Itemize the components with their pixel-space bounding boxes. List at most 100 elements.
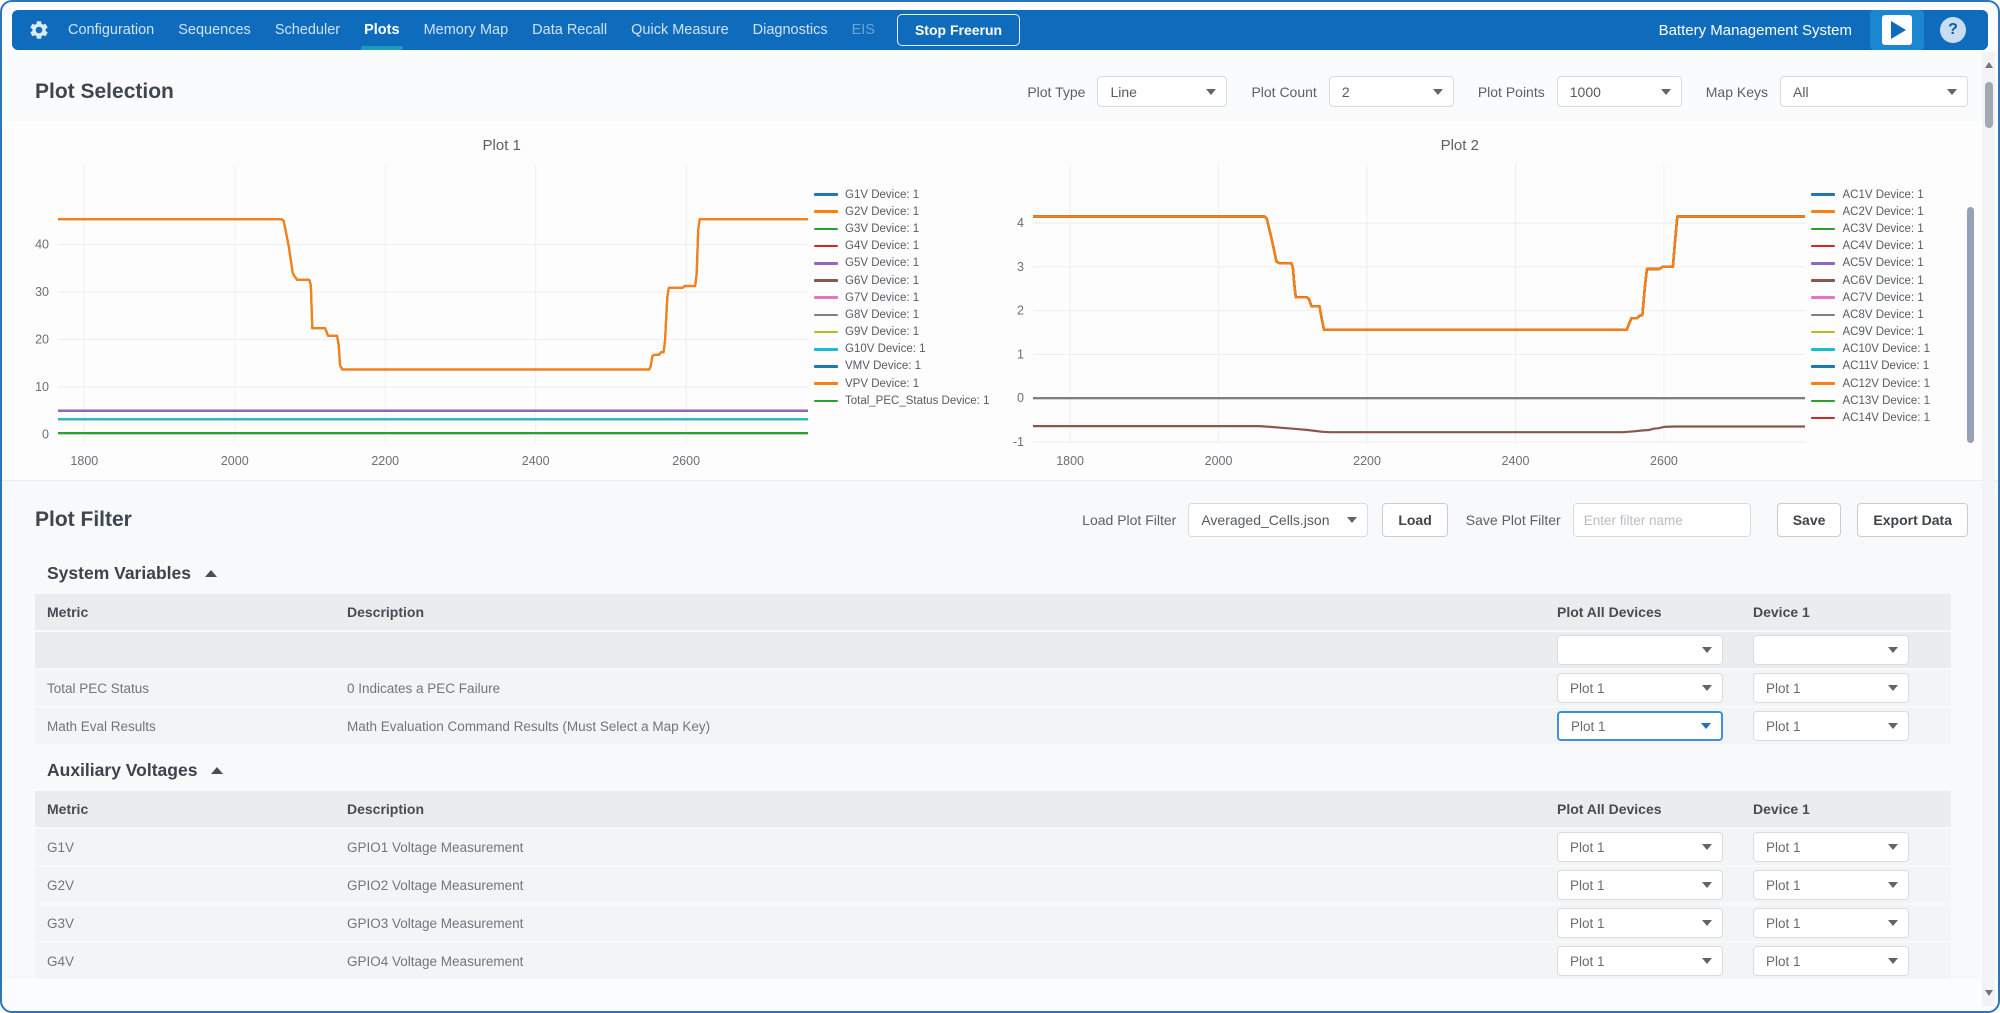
section-heading-system-variables[interactable]: System Variables [47,563,1951,584]
plot-points-label: Plot Points [1478,84,1545,100]
nav-item-scheduler[interactable]: Scheduler [275,10,340,50]
legend-item-vmv-device-1[interactable]: VMV Device: 1 [814,358,989,375]
save-button[interactable]: Save [1777,503,1842,537]
legend-item-g8v-device-1[interactable]: G8V Device: 1 [814,306,989,323]
play-icon [1891,21,1906,39]
device-1-select-math-eval-results[interactable]: Plot 1 [1753,711,1909,741]
metric-cell: G4V [35,954,335,969]
legend-label: G5V Device: 1 [845,257,919,269]
legend-item-ac13v-device-1[interactable]: AC13V Device: 1 [1811,392,1930,409]
load-plot-filter-label: Load Plot Filter [1082,512,1176,528]
scroll-down-icon[interactable] [1982,986,1995,1000]
plot-all-devices-select-g2v-value: Plot 1 [1570,878,1694,893]
run-button[interactable] [1870,10,1924,50]
chart-canvas-plot-2[interactable]: -10123418002000220024002600 [989,156,1811,474]
chevron-down-icon [1702,882,1712,888]
legend-line-swatch [814,245,838,248]
legend-item-g10v-device-1[interactable]: G10V Device: 1 [814,341,989,358]
nav-item-diagnostics[interactable]: Diagnostics [753,10,828,50]
device-1-select-g3v[interactable]: Plot 1 [1753,908,1909,938]
plot-filter-controls: Load Plot Filter Averaged_Cells.json Loa… [1082,503,1968,537]
plot-all-devices-select-g4v[interactable]: Plot 1 [1557,946,1723,976]
nav-item-memory-map[interactable]: Memory Map [424,10,509,50]
nav-item-sequences[interactable]: Sequences [178,10,251,50]
load-plot-filter-select[interactable]: Averaged_Cells.json [1188,503,1368,537]
legend-item-g2v-device-1[interactable]: G2V Device: 1 [814,203,989,220]
plot-panel-plot-1: Plot 101020304018002000220024002600G1V D… [14,121,989,474]
collapse-icon[interactable] [211,767,223,774]
page-scrollbar-thumb[interactable] [1985,82,1993,128]
section-heading-auxiliary-voltages[interactable]: Auxiliary Voltages [47,760,1951,781]
legend-item-g3v-device-1[interactable]: G3V Device: 1 [814,220,989,237]
legend-line-swatch [814,400,838,403]
legend-line-swatch [814,296,838,299]
legend-item-ac14v-device-1[interactable]: AC14V Device: 1 [1811,409,1930,426]
legend-item-g1v-device-1[interactable]: G1V Device: 1 [814,186,989,203]
legend-item-g6v-device-1[interactable]: G6V Device: 1 [814,272,989,289]
legend-item-ac3v-device-1[interactable]: AC3V Device: 1 [1811,220,1930,237]
nav-item-configuration[interactable]: Configuration [68,10,154,50]
table-auxiliary-voltages: MetricDescriptionPlot All DevicesDevice … [35,791,1951,979]
nav-item-eis[interactable]: EIS [852,10,875,50]
help-icon[interactable]: ? [1940,17,1966,43]
legend-line-swatch [1811,331,1835,334]
legend-line-swatch [814,210,838,213]
load-button[interactable]: Load [1382,503,1447,537]
legend-item-ac10v-device-1[interactable]: AC10V Device: 1 [1811,341,1930,358]
plot-all-devices-select-g3v[interactable]: Plot 1 [1557,908,1723,938]
legend-item-ac6v-device-1[interactable]: AC6V Device: 1 [1811,272,1930,289]
legend-label: AC2V Device: 1 [1842,206,1923,218]
svg-text:-1: -1 [1013,435,1024,449]
legend-item-vpv-device-1[interactable]: VPV Device: 1 [814,375,989,392]
map-keys-select[interactable]: All [1780,76,1968,107]
chart-canvas-plot-1[interactable]: 01020304018002000220024002600 [14,156,814,474]
legend-item-ac2v-device-1[interactable]: AC2V Device: 1 [1811,203,1930,220]
plots-scrollbar-thumb[interactable] [1967,207,1974,443]
plot-count-select[interactable]: 2 [1329,76,1454,107]
legend-item-ac9v-device-1[interactable]: AC9V Device: 1 [1811,324,1930,341]
plot-all-devices-select[interactable] [1557,635,1723,665]
plot-points-select[interactable]: 1000 [1557,76,1682,107]
legend-item-ac12v-device-1[interactable]: AC12V Device: 1 [1811,375,1930,392]
legend-item-ac1v-device-1[interactable]: AC1V Device: 1 [1811,186,1930,203]
filter-name-input[interactable] [1573,503,1751,537]
collapse-icon[interactable] [205,570,217,577]
device-1-select[interactable] [1753,635,1909,665]
nav-item-quick-measure[interactable]: Quick Measure [631,10,729,50]
stop-freerun-button[interactable]: Stop Freerun [897,14,1020,46]
legend-line-swatch [1811,348,1835,351]
legend-item-ac11v-device-1[interactable]: AC11V Device: 1 [1811,358,1930,375]
legend-item-g7v-device-1[interactable]: G7V Device: 1 [814,289,989,306]
legend-label: AC3V Device: 1 [1842,223,1923,235]
device-1-select-g1v[interactable]: Plot 1 [1753,832,1909,862]
legend-item-ac4v-device-1[interactable]: AC4V Device: 1 [1811,238,1930,255]
legend-item-g4v-device-1[interactable]: G4V Device: 1 [814,238,989,255]
plot-all-devices-select-total-pec-status[interactable]: Plot 1 [1557,673,1723,703]
export-data-button[interactable]: Export Data [1857,503,1968,537]
device-1-select-g2v[interactable]: Plot 1 [1753,870,1909,900]
chevron-down-icon [1888,723,1898,729]
legend-item-total-pec-status-device-1[interactable]: Total_PEC_Status Device: 1 [814,392,989,409]
device-1-select-g4v[interactable]: Plot 1 [1753,946,1909,976]
plot-all-devices-select-g2v[interactable]: Plot 1 [1557,870,1723,900]
scroll-up-icon[interactable] [1982,58,1995,72]
plot-all-devices-select-g1v[interactable]: Plot 1 [1557,832,1723,862]
device-1-select-g3v-value: Plot 1 [1766,916,1880,931]
column-header-description: Description [335,604,1545,620]
legend-item-g9v-device-1[interactable]: G9V Device: 1 [814,324,989,341]
svg-text:10: 10 [35,380,49,394]
legend-item-ac8v-device-1[interactable]: AC8V Device: 1 [1811,306,1930,323]
legend-item-ac5v-device-1[interactable]: AC5V Device: 1 [1811,255,1930,272]
legend-line-swatch [1811,210,1835,213]
legend-item-ac7v-device-1[interactable]: AC7V Device: 1 [1811,289,1930,306]
column-header-device-1: Device 1 [1741,801,1951,817]
nav-item-plots[interactable]: Plots [364,10,399,50]
nav-item-data-recall[interactable]: Data Recall [532,10,607,50]
plot-type-select[interactable]: Line [1097,76,1227,107]
legend-item-g5v-device-1[interactable]: G5V Device: 1 [814,255,989,272]
plot-all-devices-select-math-eval-results[interactable]: Plot 1 [1557,711,1723,741]
plot-all-devices-select-math-eval-results-value: Plot 1 [1571,719,1693,734]
device-1-select-total-pec-status[interactable]: Plot 1 [1753,673,1909,703]
gear-icon[interactable] [28,19,50,41]
page-scrollbar[interactable] [1982,52,1995,1006]
